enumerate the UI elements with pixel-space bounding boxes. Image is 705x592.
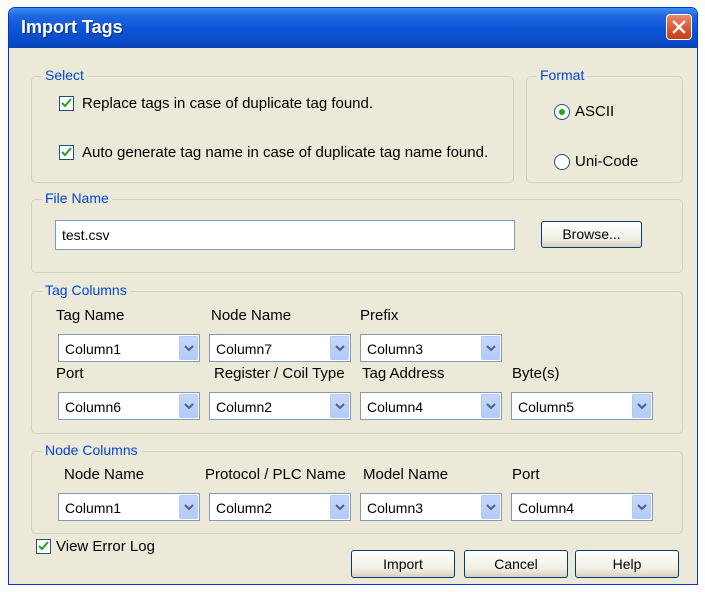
bytes-select[interactable]: Column5 [511, 392, 653, 420]
import-button[interactable]: Import [351, 550, 455, 578]
chevron-down-icon [335, 345, 345, 352]
cancel-button[interactable]: Cancel [464, 550, 568, 578]
radio-selected-dot [559, 109, 565, 115]
tag-port-label: Port [56, 365, 84, 382]
node-port-value: Column4 [518, 500, 575, 516]
chevron-down-icon [184, 403, 194, 410]
help-button[interactable]: Help [575, 550, 679, 578]
chevron-down-icon [486, 345, 496, 352]
node-port-label: Port [512, 466, 540, 483]
node-name-select[interactable]: Column1 [58, 493, 200, 521]
node-name-value: Column1 [65, 500, 122, 516]
checkmark-icon [61, 98, 72, 108]
import-tags-dialog: Import Tags Select Replace tags in case … [8, 7, 698, 585]
select-group: Select Replace tags in case of duplicate… [31, 67, 514, 183]
prefix-label: Prefix [360, 307, 399, 324]
tag-name-value: Column1 [65, 341, 122, 357]
tag-node-name-value: Column7 [216, 341, 273, 357]
model-name-label: Model Name [363, 466, 449, 483]
format-unicode-label[interactable]: Uni-Code [575, 153, 638, 170]
tag-name-label: Tag Name [56, 307, 125, 324]
tag-node-name-label: Node Name [211, 307, 292, 324]
protocol-plc-name-select[interactable]: Column2 [209, 493, 351, 521]
tag-node-name-select[interactable]: Column7 [209, 334, 351, 362]
chevron-down-icon [184, 345, 194, 352]
replace-tags-label[interactable]: Replace tags in case of duplicate tag fo… [82, 95, 373, 112]
dropdown-button[interactable] [330, 495, 349, 519]
register-coil-type-label: Register / Coil Type [214, 365, 345, 382]
replace-tags-checkbox[interactable] [59, 96, 74, 111]
dropdown-button[interactable] [632, 495, 651, 519]
tag-port-value: Column6 [65, 399, 122, 415]
chevron-down-icon [637, 403, 647, 410]
dropdown-button[interactable] [481, 336, 500, 360]
node-columns-group: Node Columns Node Name Column1 Protocol … [31, 442, 683, 534]
chevron-down-icon [486, 403, 496, 410]
browse-button[interactable]: Browse... [541, 221, 642, 248]
auto-generate-label[interactable]: Auto generate tag name in case of duplic… [82, 144, 488, 161]
view-error-log-checkbox[interactable] [36, 539, 51, 554]
chevron-down-icon [184, 504, 194, 511]
select-group-title: Select [42, 67, 87, 83]
register-coil-type-value: Column2 [216, 399, 273, 415]
format-ascii-radio[interactable] [554, 104, 570, 120]
node-name-label: Node Name [64, 466, 145, 483]
title-bar[interactable]: Import Tags [9, 8, 697, 48]
tag-name-select[interactable]: Column1 [58, 334, 200, 362]
node-columns-group-title: Node Columns [42, 442, 141, 458]
protocol-plc-name-label: Protocol / PLC Name [205, 466, 346, 483]
dropdown-button[interactable] [481, 394, 500, 418]
model-name-select[interactable]: Column3 [360, 493, 502, 521]
chevron-down-icon [335, 403, 345, 410]
close-icon [672, 20, 686, 34]
file-name-input[interactable]: test.csv [55, 220, 515, 250]
tag-address-label: Tag Address [362, 365, 445, 382]
chevron-down-icon [486, 504, 496, 511]
dropdown-button[interactable] [632, 394, 651, 418]
close-button[interactable] [666, 14, 692, 40]
file-name-group: File Name test.csv Browse... [31, 190, 683, 273]
node-port-select[interactable]: Column4 [511, 493, 653, 521]
tag-columns-group: Tag Columns Tag Name Column1 Node Name C… [31, 282, 683, 434]
bytes-label: Byte(s) [512, 365, 560, 382]
view-error-log-label[interactable]: View Error Log [56, 538, 155, 555]
checkmark-icon [38, 541, 49, 551]
protocol-plc-name-value: Column2 [216, 500, 273, 516]
format-group-title: Format [537, 67, 588, 83]
chevron-down-icon [335, 504, 345, 511]
tag-address-select[interactable]: Column4 [360, 392, 502, 420]
tag-columns-group-title: Tag Columns [42, 282, 130, 298]
prefix-value: Column3 [367, 341, 424, 357]
dropdown-button[interactable] [330, 336, 349, 360]
dropdown-button[interactable] [330, 394, 349, 418]
format-ascii-label[interactable]: ASCII [575, 103, 614, 120]
dropdown-button[interactable] [481, 495, 500, 519]
dialog-title: Import Tags [21, 17, 123, 37]
dropdown-button[interactable] [179, 336, 198, 360]
tag-address-value: Column4 [367, 399, 424, 415]
model-name-value: Column3 [367, 500, 424, 516]
bytes-value: Column5 [518, 399, 575, 415]
dropdown-button[interactable] [179, 394, 198, 418]
auto-generate-checkbox[interactable] [59, 145, 74, 160]
register-coil-type-select[interactable]: Column2 [209, 392, 351, 420]
checkmark-icon [61, 147, 72, 157]
file-name-group-title: File Name [42, 190, 112, 206]
dropdown-button[interactable] [179, 495, 198, 519]
format-group: Format ASCII Uni-Code [526, 67, 683, 183]
prefix-select[interactable]: Column3 [360, 334, 502, 362]
format-unicode-radio[interactable] [554, 154, 570, 170]
chevron-down-icon [637, 504, 647, 511]
tag-port-select[interactable]: Column6 [58, 392, 200, 420]
